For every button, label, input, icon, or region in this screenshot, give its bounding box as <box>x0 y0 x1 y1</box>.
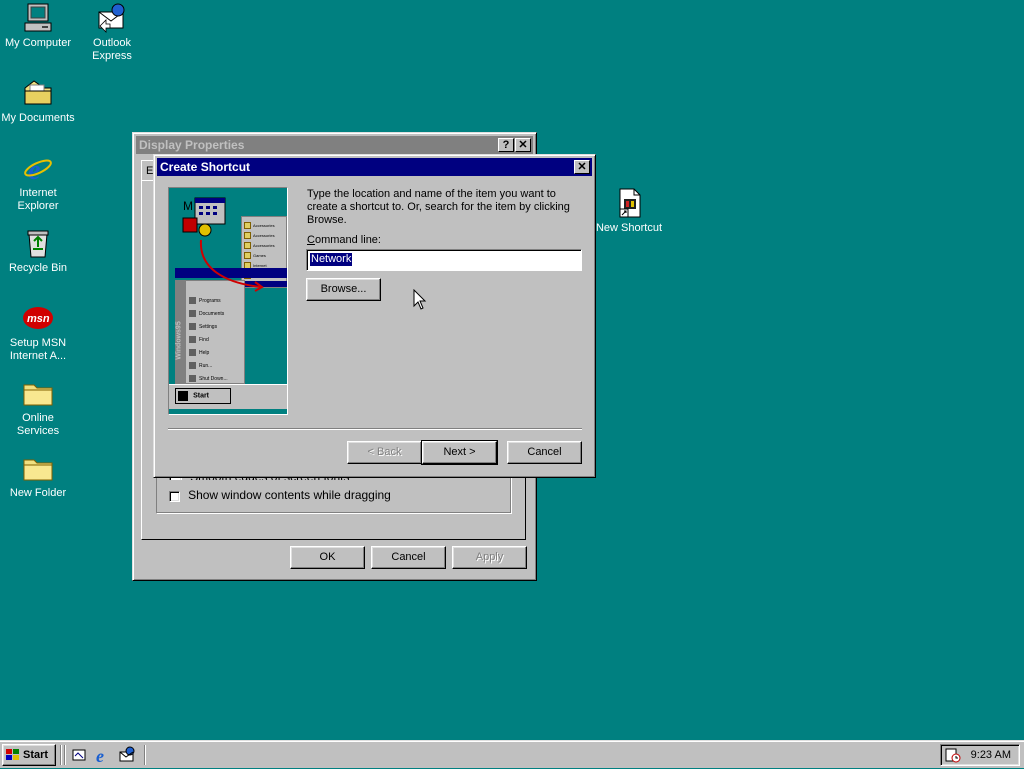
desktop-icon-new-folder[interactable]: New Folder <box>0 452 76 500</box>
taskbar: Start e 9:23 AM <box>0 740 1024 768</box>
taskbar-separator <box>144 745 146 765</box>
icon-label: Online Services <box>16 412 60 437</box>
desktop-icon-recycle-bin[interactable]: Recycle Bin <box>0 227 76 275</box>
apply-button[interactable]: Apply <box>452 546 527 569</box>
msn-icon: msn <box>22 302 54 334</box>
folder-documents-icon <box>22 77 54 109</box>
folder-icon <box>22 377 54 409</box>
svg-text:e: e <box>96 746 104 764</box>
taskbar-separator <box>64 745 66 765</box>
divider <box>168 428 582 430</box>
my-computer-icon <box>22 2 54 34</box>
desktop-icon-online-services[interactable]: Online Services <box>0 377 76 438</box>
help-button[interactable]: ? <box>498 138 514 152</box>
cancel-button[interactable]: Cancel <box>507 441 582 464</box>
icon-label: My Computer <box>4 37 72 49</box>
close-button[interactable]: ✕ <box>574 160 590 174</box>
create-shortcut-dialog[interactable]: Create Shortcut ✕ M Accessories Accessori… <box>153 154 596 478</box>
icon-label: My Documents <box>1 112 75 124</box>
svg-text:e: e <box>28 155 40 184</box>
window-title: Display Properties <box>139 138 245 152</box>
command-line-input[interactable]: Network <box>306 249 582 271</box>
desktop-icon-setup-msn[interactable]: msn Setup MSN Internet A... <box>0 302 76 363</box>
windows-logo-icon <box>5 748 21 762</box>
folder-icon <box>22 452 54 484</box>
cancel-button[interactable]: Cancel <box>371 546 446 569</box>
icon-label: Internet Explorer <box>17 187 59 212</box>
show-desktop-icon[interactable] <box>71 747 87 763</box>
wizard-illustration: M Accessories Accessories Accessories Games… <box>168 187 288 415</box>
clock[interactable]: 9:23 AM <box>971 749 1011 761</box>
system-tray: 9:23 AM <box>940 744 1020 766</box>
scheduler-tray-icon[interactable] <box>945 747 961 763</box>
icon-label: New Shortcut <box>595 222 663 234</box>
next-button[interactable]: Next > <box>421 440 498 465</box>
command-line-label: Command line: <box>307 234 381 246</box>
close-button[interactable]: ✕ <box>515 138 531 152</box>
svg-text:msn: msn <box>27 313 50 325</box>
mouse-cursor-icon <box>413 289 427 310</box>
back-button[interactable]: < Back <box>347 441 422 464</box>
ie-quicklaunch-icon[interactable]: e <box>94 746 112 766</box>
start-button[interactable]: Start <box>2 744 56 766</box>
dialog-title: Create Shortcut <box>160 160 251 174</box>
desktop-icon-my-computer[interactable]: My Computer <box>0 2 76 50</box>
taskbar-separator <box>60 745 62 765</box>
desktop-icon-my-documents[interactable]: My Documents <box>0 77 76 125</box>
internet-explorer-icon: e <box>22 152 54 186</box>
create-shortcut-titlebar[interactable]: Create Shortcut ✕ <box>157 158 592 176</box>
display-properties-titlebar[interactable]: Display Properties ? ✕ <box>136 136 533 154</box>
icon-label: Recycle Bin <box>8 262 68 274</box>
desktop-icon-internet-explorer[interactable]: e Internet Explorer <box>0 152 76 213</box>
outlook-quicklaunch-icon[interactable] <box>118 746 136 764</box>
icon-label: Setup MSN Internet A... <box>9 337 67 362</box>
shortcut-icon <box>613 187 645 219</box>
icon-label: Outlook Express <box>92 37 132 62</box>
recycle-bin-icon <box>22 227 54 259</box>
desktop-icon-new-shortcut[interactable]: New Shortcut <box>591 187 667 235</box>
browse-button[interactable]: Browse... <box>306 278 381 301</box>
icon-label: New Folder <box>9 487 67 499</box>
show-window-contents-row[interactable]: Show window contents while dragging <box>169 488 391 502</box>
show-window-contents-checkbox[interactable] <box>169 490 180 502</box>
outlook-express-icon <box>96 2 128 34</box>
instructions-text: Type the location and name of the item y… <box>307 188 570 226</box>
desktop-icon-outlook-express[interactable]: Outlook Express <box>74 2 150 63</box>
drag-arrow-icon <box>199 239 264 292</box>
show-window-contents-label: Show window contents while dragging <box>188 488 391 502</box>
ok-button[interactable]: OK <box>290 546 365 569</box>
command-line-value: Network <box>310 253 353 266</box>
